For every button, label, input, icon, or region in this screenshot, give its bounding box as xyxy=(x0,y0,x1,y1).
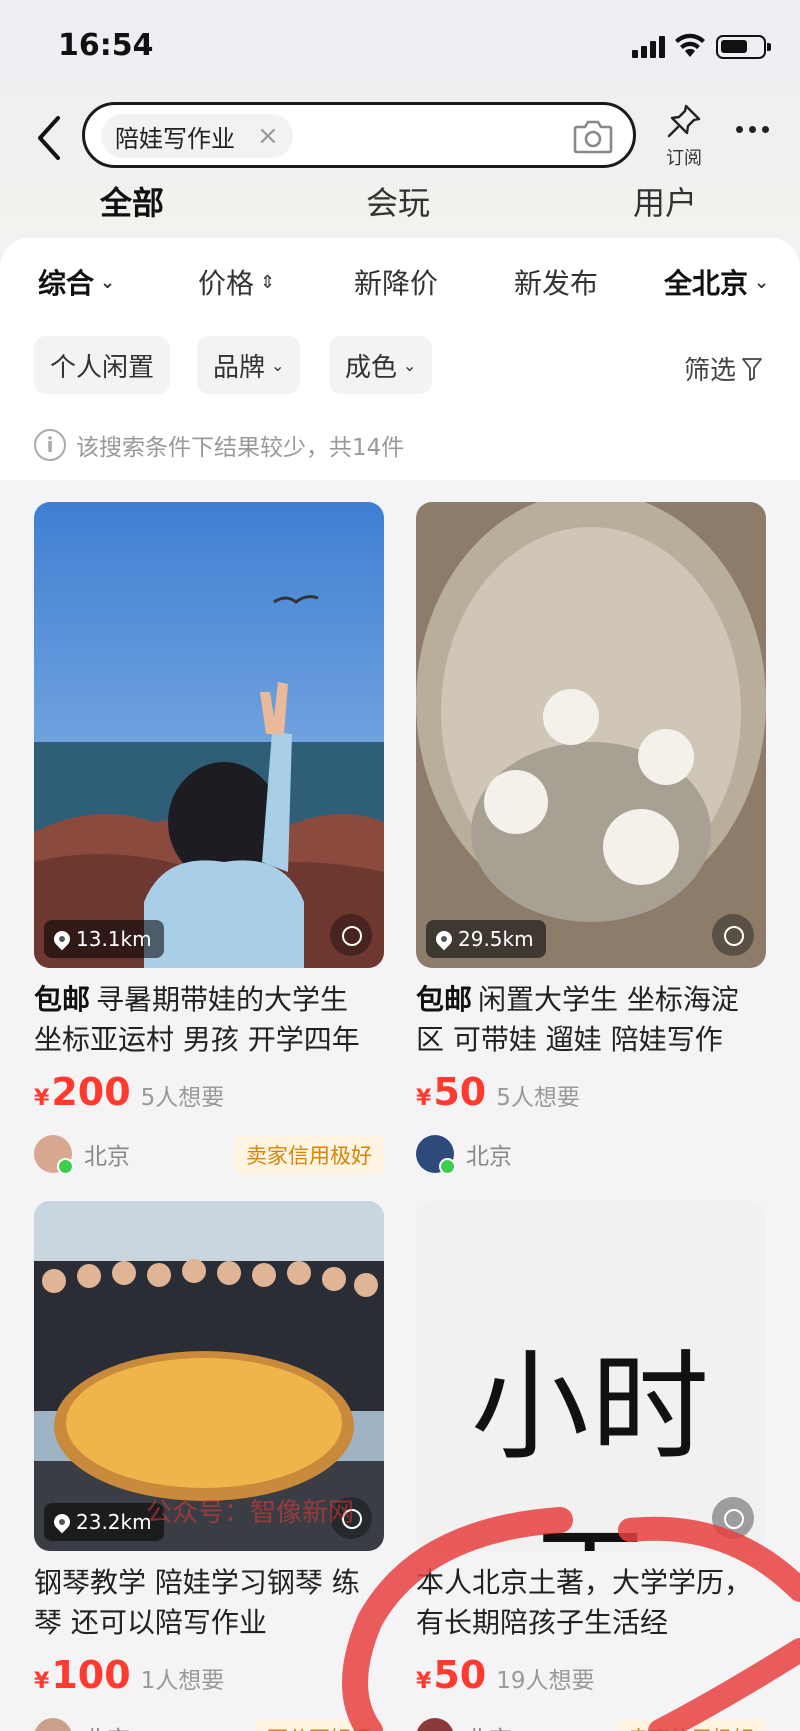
cellular-signal-icon xyxy=(632,36,665,58)
seller-city: 北京 xyxy=(84,1144,130,1170)
search-keyword: 陪娃写作业 xyxy=(115,124,235,153)
listing-price: 100 xyxy=(51,1653,131,1697)
subscribe-label: 订阅 xyxy=(666,148,702,169)
free-shipping-tag: 包邮 xyxy=(34,980,93,1020)
chevron-down-icon: ⌄ xyxy=(271,355,285,375)
notice-text: 该搜索条件下结果较少，共14件 xyxy=(76,435,405,461)
clear-icon[interactable]: × xyxy=(257,121,279,151)
battery-icon xyxy=(716,35,771,59)
listing-photo-text: 小时工 xyxy=(416,1201,766,1551)
currency-symbol: ¥ xyxy=(34,1669,50,1694)
search-bar[interactable]: 陪娃写作业 × xyxy=(82,102,636,168)
sort-label: 综合 xyxy=(38,267,95,300)
filter-label: 品牌 xyxy=(213,352,266,383)
price-row: ¥ 200 5人想要 xyxy=(34,1070,384,1114)
price-row: ¥ 50 5人想要 xyxy=(416,1070,766,1114)
search-keyword-chip[interactable]: 陪娃写作业 × xyxy=(101,114,293,158)
sort-label: 全北京 xyxy=(664,267,749,300)
location-pin-icon xyxy=(432,927,456,951)
listing-price: 50 xyxy=(433,1070,487,1114)
distance-badge: 13.1km xyxy=(44,920,164,958)
sort-label: 新降价 xyxy=(354,267,439,300)
tab-play[interactable]: 会玩 xyxy=(366,178,430,224)
info-icon: i xyxy=(34,429,66,461)
screen-button[interactable]: 筛选 xyxy=(684,350,762,387)
sort-price-drop[interactable]: 新降价 xyxy=(354,262,438,302)
sort-location[interactable]: 全北京 ⌄ xyxy=(664,262,769,302)
more-options-icon[interactable] xyxy=(736,126,769,133)
image-search-icon[interactable] xyxy=(712,914,754,956)
tab-all[interactable]: 全部 xyxy=(97,178,167,224)
listing-price: 200 xyxy=(51,1070,131,1114)
red-annotation-stroke xyxy=(342,1507,800,1731)
subscribe-button[interactable]: 订阅 xyxy=(660,104,708,170)
location-pin-icon xyxy=(50,1510,74,1534)
wifi-icon xyxy=(675,33,705,57)
distance-text: 29.5km xyxy=(458,927,534,951)
listing-card[interactable]: 29.5km 包邮 闲置大学生 坐标海淀区 可带娃 遛娃 陪娃写作 ¥ 50 5人… xyxy=(416,502,766,1175)
filter-condition[interactable]: 成色 ⌄ xyxy=(329,336,433,394)
back-arrow-icon[interactable] xyxy=(30,112,70,164)
status-bar: 16:54 xyxy=(0,0,800,95)
sort-updown-icon: ⇕ xyxy=(260,271,276,293)
pin-icon xyxy=(667,104,701,138)
seller-city: 北京 xyxy=(466,1144,512,1170)
free-shipping-tag: 包邮 xyxy=(416,980,475,1020)
seller-row[interactable]: 北京 卖家信用极好 xyxy=(34,1134,384,1175)
chevron-down-icon: ⌄ xyxy=(754,271,770,293)
tab-users[interactable]: 用户 xyxy=(633,178,697,224)
listing-title: 包邮 寻暑期带娃的大学生 坐标亚运村 男孩 开学四年 xyxy=(34,980,384,1060)
seller-city: 北京 xyxy=(84,1720,130,1731)
image-search-icon[interactable] xyxy=(330,914,372,956)
sort-newest[interactable]: 新发布 xyxy=(514,262,598,302)
listing-title: 包邮 闲置大学生 坐标海淀区 可带娃 遛娃 陪娃写作 xyxy=(416,980,766,1060)
location-pin-icon xyxy=(50,927,74,951)
sort-price[interactable]: 价格 ⇕ xyxy=(198,262,275,302)
want-count: 1人想要 xyxy=(140,1668,225,1694)
avatar xyxy=(34,1135,74,1175)
funnel-icon xyxy=(742,357,762,381)
distance-text: 13.1km xyxy=(76,927,152,951)
seller-credit-badge: 卖家信用极好 xyxy=(234,1136,384,1174)
seller-row[interactable]: 北京 xyxy=(416,1134,766,1175)
want-count: 5人想要 xyxy=(496,1085,580,1111)
status-time: 16:54 xyxy=(58,28,154,63)
filter-label: 成色 xyxy=(345,352,398,383)
avatar xyxy=(34,1718,72,1731)
filter-label: 个人闲置 xyxy=(50,352,155,383)
sort-comprehensive[interactable]: 综合 ⌄ xyxy=(38,262,115,302)
chevron-down-icon: ⌄ xyxy=(100,271,116,293)
currency-symbol: ¥ xyxy=(416,1086,432,1111)
distance-text: 23.2km xyxy=(76,1510,152,1534)
want-count: 5人想要 xyxy=(140,1085,225,1111)
chevron-down-icon: ⌄ xyxy=(403,355,417,375)
filter-personal-idle[interactable]: 个人闲置 xyxy=(34,336,171,394)
listing-card[interactable]: 13.1km 包邮 寻暑期带娃的大学生 坐标亚运村 男孩 开学四年 ¥ 200 5… xyxy=(34,502,384,1175)
currency-symbol: ¥ xyxy=(34,1086,50,1111)
camera-icon[interactable] xyxy=(573,118,613,154)
sort-label: 新发布 xyxy=(514,267,599,300)
listing-photo-jar: 29.5km xyxy=(416,502,766,968)
result-notice: i 该搜索条件下结果较少，共14件 xyxy=(34,428,404,462)
avatar xyxy=(416,1135,456,1175)
distance-badge: 29.5km xyxy=(426,920,546,958)
sort-label: 价格 xyxy=(198,267,255,300)
filter-brand[interactable]: 品牌 ⌄ xyxy=(197,336,301,394)
screen-label: 筛选 xyxy=(684,356,737,386)
listing-photo-boy-seaside: 13.1km xyxy=(34,502,384,968)
